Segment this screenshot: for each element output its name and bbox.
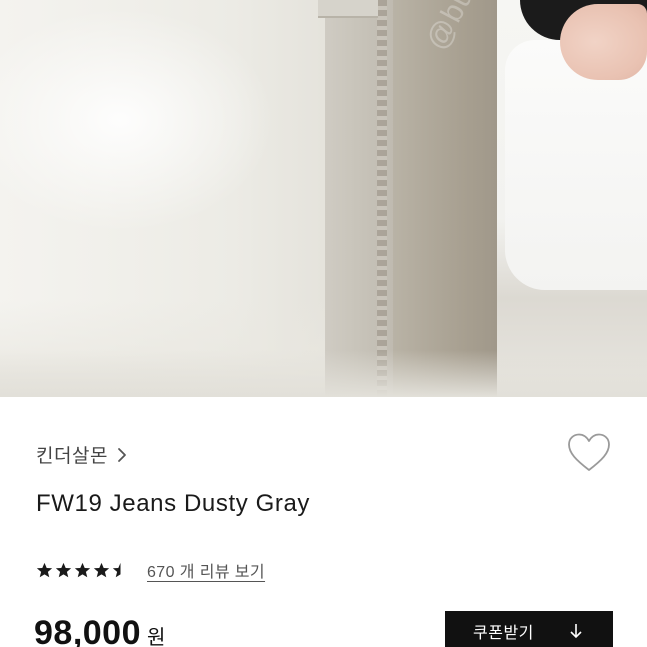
- brand-link[interactable]: 킨더살몬: [36, 441, 128, 468]
- star-filled-icon: [36, 562, 53, 577]
- wishlist-button[interactable]: [566, 432, 612, 474]
- background-curtain: [0, 0, 335, 397]
- star-filled-icon: [93, 562, 110, 577]
- price-unit: 원: [147, 627, 166, 647]
- star-half-icon: [112, 562, 121, 577]
- jeans-waistband: [318, 0, 378, 18]
- price: 98,000 원: [34, 614, 165, 647]
- star-rating: [36, 562, 129, 579]
- coupon-button[interactable]: 쿠폰받기: [445, 611, 613, 647]
- review-link[interactable]: 670 개 리뷰 보기: [147, 558, 265, 582]
- floor-shadow: [0, 350, 647, 397]
- heart-outline-icon: [568, 433, 610, 471]
- brand-name: 킨더살몬: [36, 446, 108, 467]
- jeans-seam: [377, 0, 387, 397]
- product-title: FW19 Jeans Dusty Gray: [36, 490, 311, 517]
- model-hand: [560, 4, 647, 80]
- rating-row: 670 개 리뷰 보기: [36, 558, 265, 582]
- arrow-down-icon: [570, 624, 582, 639]
- price-value: 98,000: [34, 614, 141, 647]
- star-filled-icon: [55, 562, 72, 577]
- chevron-right-icon: [118, 447, 126, 462]
- product-photo: @bungaejangter: [0, 0, 647, 397]
- star-filled-icon: [74, 562, 91, 577]
- jeans-leg-back: [393, 0, 497, 397]
- coupon-label: 쿠폰받기: [473, 625, 534, 642]
